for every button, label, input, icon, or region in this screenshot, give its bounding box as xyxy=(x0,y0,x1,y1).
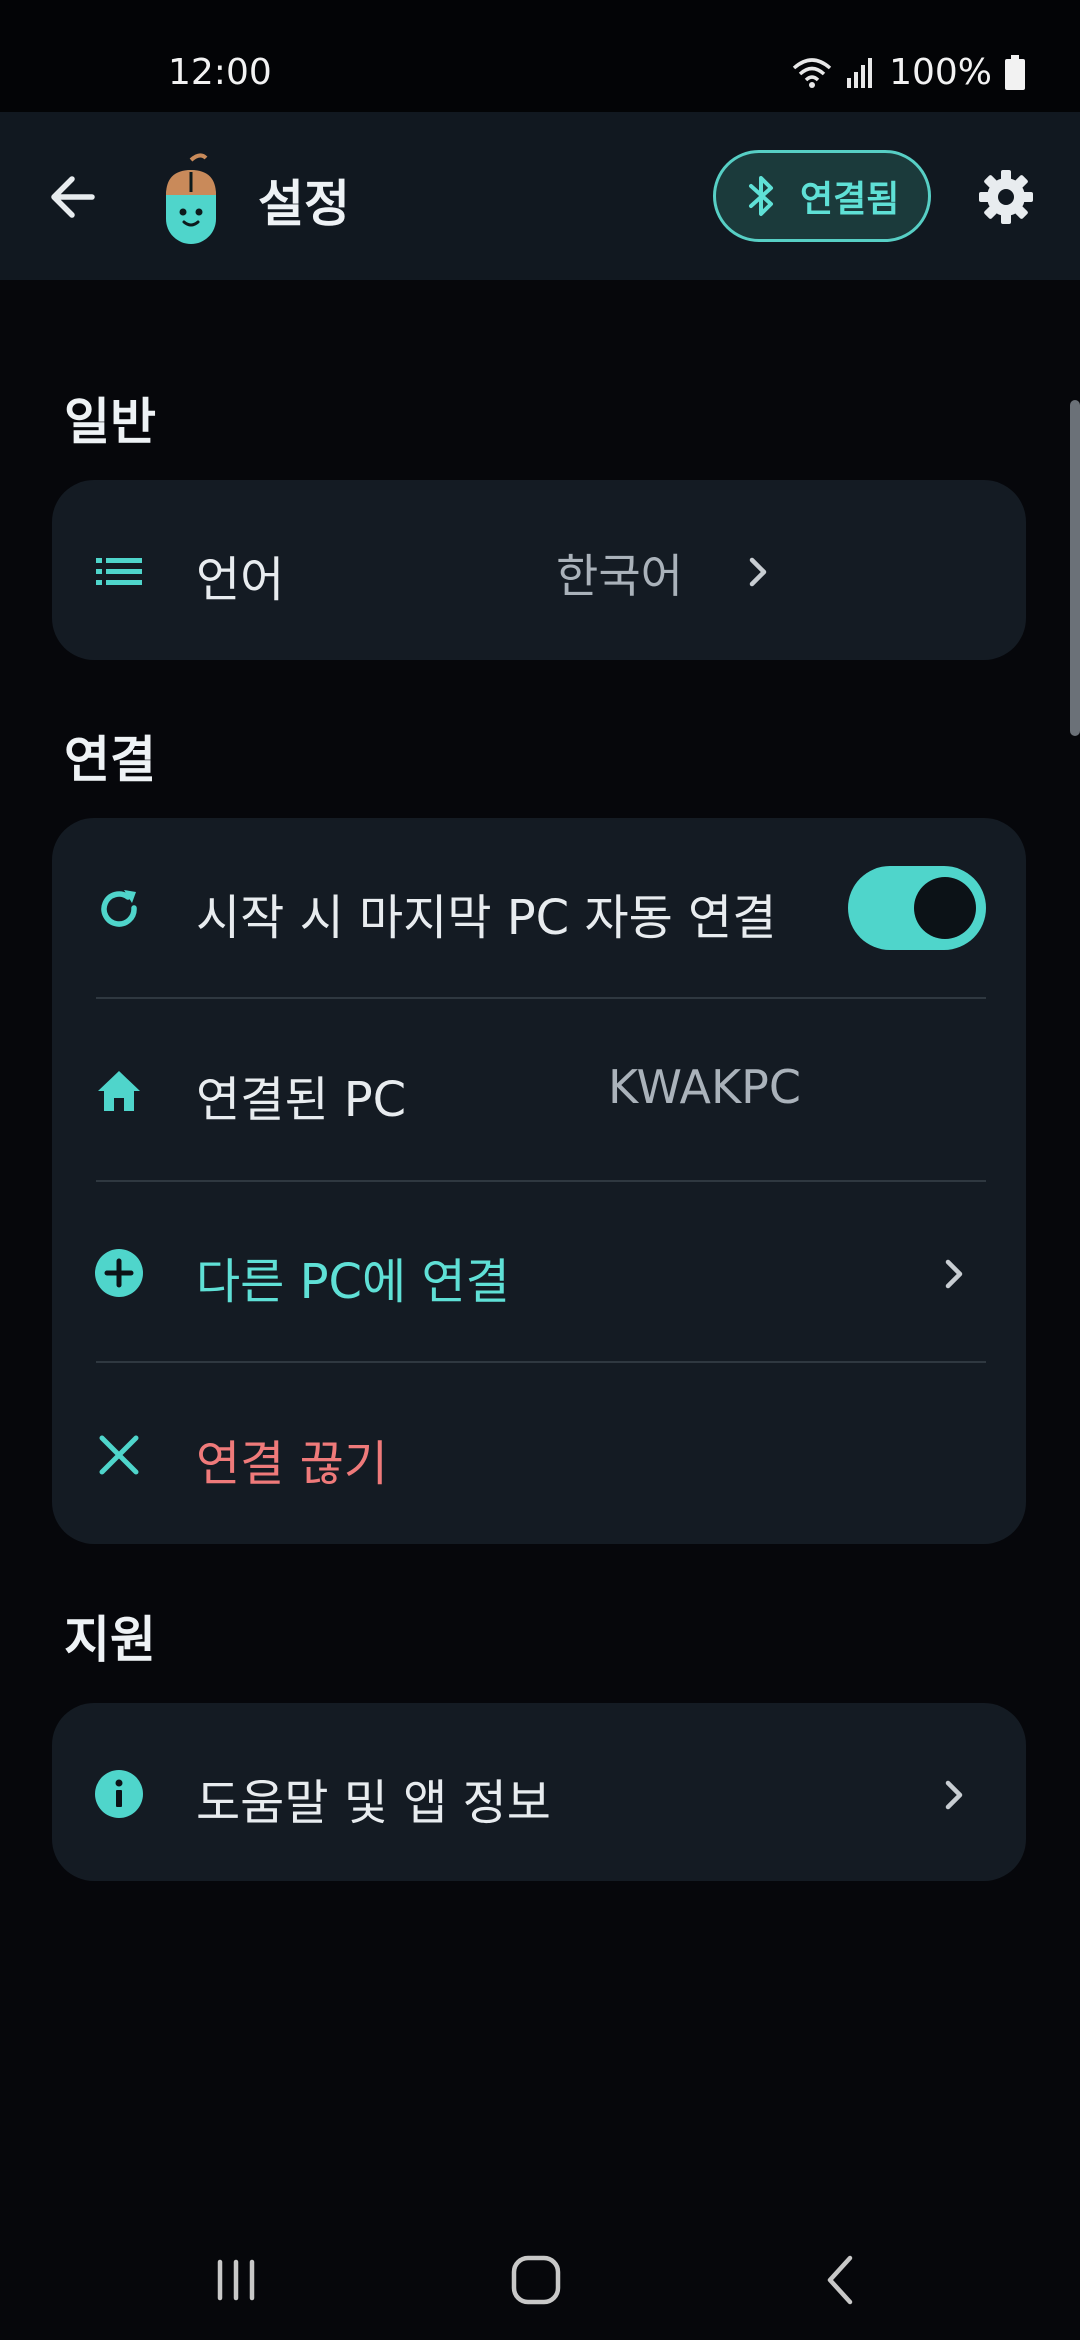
language-row[interactable]: 언어 한국어 xyxy=(52,480,1026,660)
card-support: 도움말 및 앱 정보 xyxy=(52,1703,1026,1881)
back-arrow-icon[interactable] xyxy=(44,167,104,227)
toggle-knob xyxy=(914,877,976,939)
connected-pc-label: 연결된 PC xyxy=(196,1072,407,1128)
card-connection: 시작 시 마지막 PC 자동 연결 연결된 PC KWAKPC 다른 PC에 연… xyxy=(52,818,1026,1544)
auto-connect-row: 시작 시 마지막 PC 자동 연결 xyxy=(52,818,1026,998)
status-bar: 12:00 100% xyxy=(0,0,1080,112)
bluetooth-icon xyxy=(749,176,773,216)
divider xyxy=(96,1361,986,1363)
connected-pc-row: 연결된 PC KWAKPC xyxy=(52,1000,1026,1180)
page-title: 설정 xyxy=(258,175,350,233)
add-circle-icon xyxy=(95,1249,143,1297)
gear-icon[interactable] xyxy=(976,167,1036,227)
status-time: 12:00 xyxy=(168,52,272,93)
info-icon xyxy=(95,1770,143,1818)
recent-apps-icon[interactable] xyxy=(206,2250,266,2310)
section-title-general: 일반 xyxy=(64,393,156,451)
connection-status-button[interactable]: 연결됨 xyxy=(713,150,931,242)
connect-other-pc-label: 다른 PC에 연결 xyxy=(196,1254,510,1310)
help-about-row[interactable]: 도움말 및 앱 정보 xyxy=(52,1703,1026,1883)
card-general: 언어 한국어 xyxy=(52,480,1026,660)
help-about-label: 도움말 및 앱 정보 xyxy=(196,1775,551,1831)
section-title-connection: 연결 xyxy=(64,731,156,789)
divider xyxy=(96,997,986,999)
connected-pc-value: KWAKPC xyxy=(608,1060,801,1114)
chevron-right-icon xyxy=(945,1259,963,1289)
status-icons: 100% xyxy=(791,52,1026,93)
disconnect-label: 연결 끊기 xyxy=(196,1436,388,1492)
wifi-icon xyxy=(792,57,832,88)
close-icon xyxy=(99,1435,139,1475)
language-value: 한국어 xyxy=(556,549,683,603)
navigation-bar xyxy=(0,2210,1080,2340)
signal-icon xyxy=(847,57,873,88)
connection-status-label: 연결됨 xyxy=(800,179,900,220)
battery-icon xyxy=(1005,54,1025,90)
scrollbar[interactable] xyxy=(1070,400,1080,736)
app-logo-mouse-icon xyxy=(166,153,216,244)
section-title-support: 지원 xyxy=(64,1611,156,1669)
chevron-right-icon xyxy=(945,1780,963,1810)
connect-other-pc-row[interactable]: 다른 PC에 연결 xyxy=(52,1182,1026,1362)
home-button-icon[interactable] xyxy=(506,2250,566,2310)
home-icon xyxy=(98,1071,140,1111)
back-nav-icon[interactable] xyxy=(812,2250,872,2310)
refresh-icon xyxy=(101,890,137,927)
auto-connect-label: 시작 시 마지막 PC 자동 연결 xyxy=(196,890,777,946)
language-label: 언어 xyxy=(196,552,285,608)
battery-percent: 100% xyxy=(889,52,992,93)
auto-connect-toggle[interactable] xyxy=(848,866,986,950)
list-icon xyxy=(96,558,142,585)
chevron-right-icon xyxy=(749,557,767,587)
disconnect-row[interactable]: 연결 끊기 xyxy=(52,1364,1026,1544)
app-bar: 설정 연결됨 xyxy=(0,112,1080,280)
